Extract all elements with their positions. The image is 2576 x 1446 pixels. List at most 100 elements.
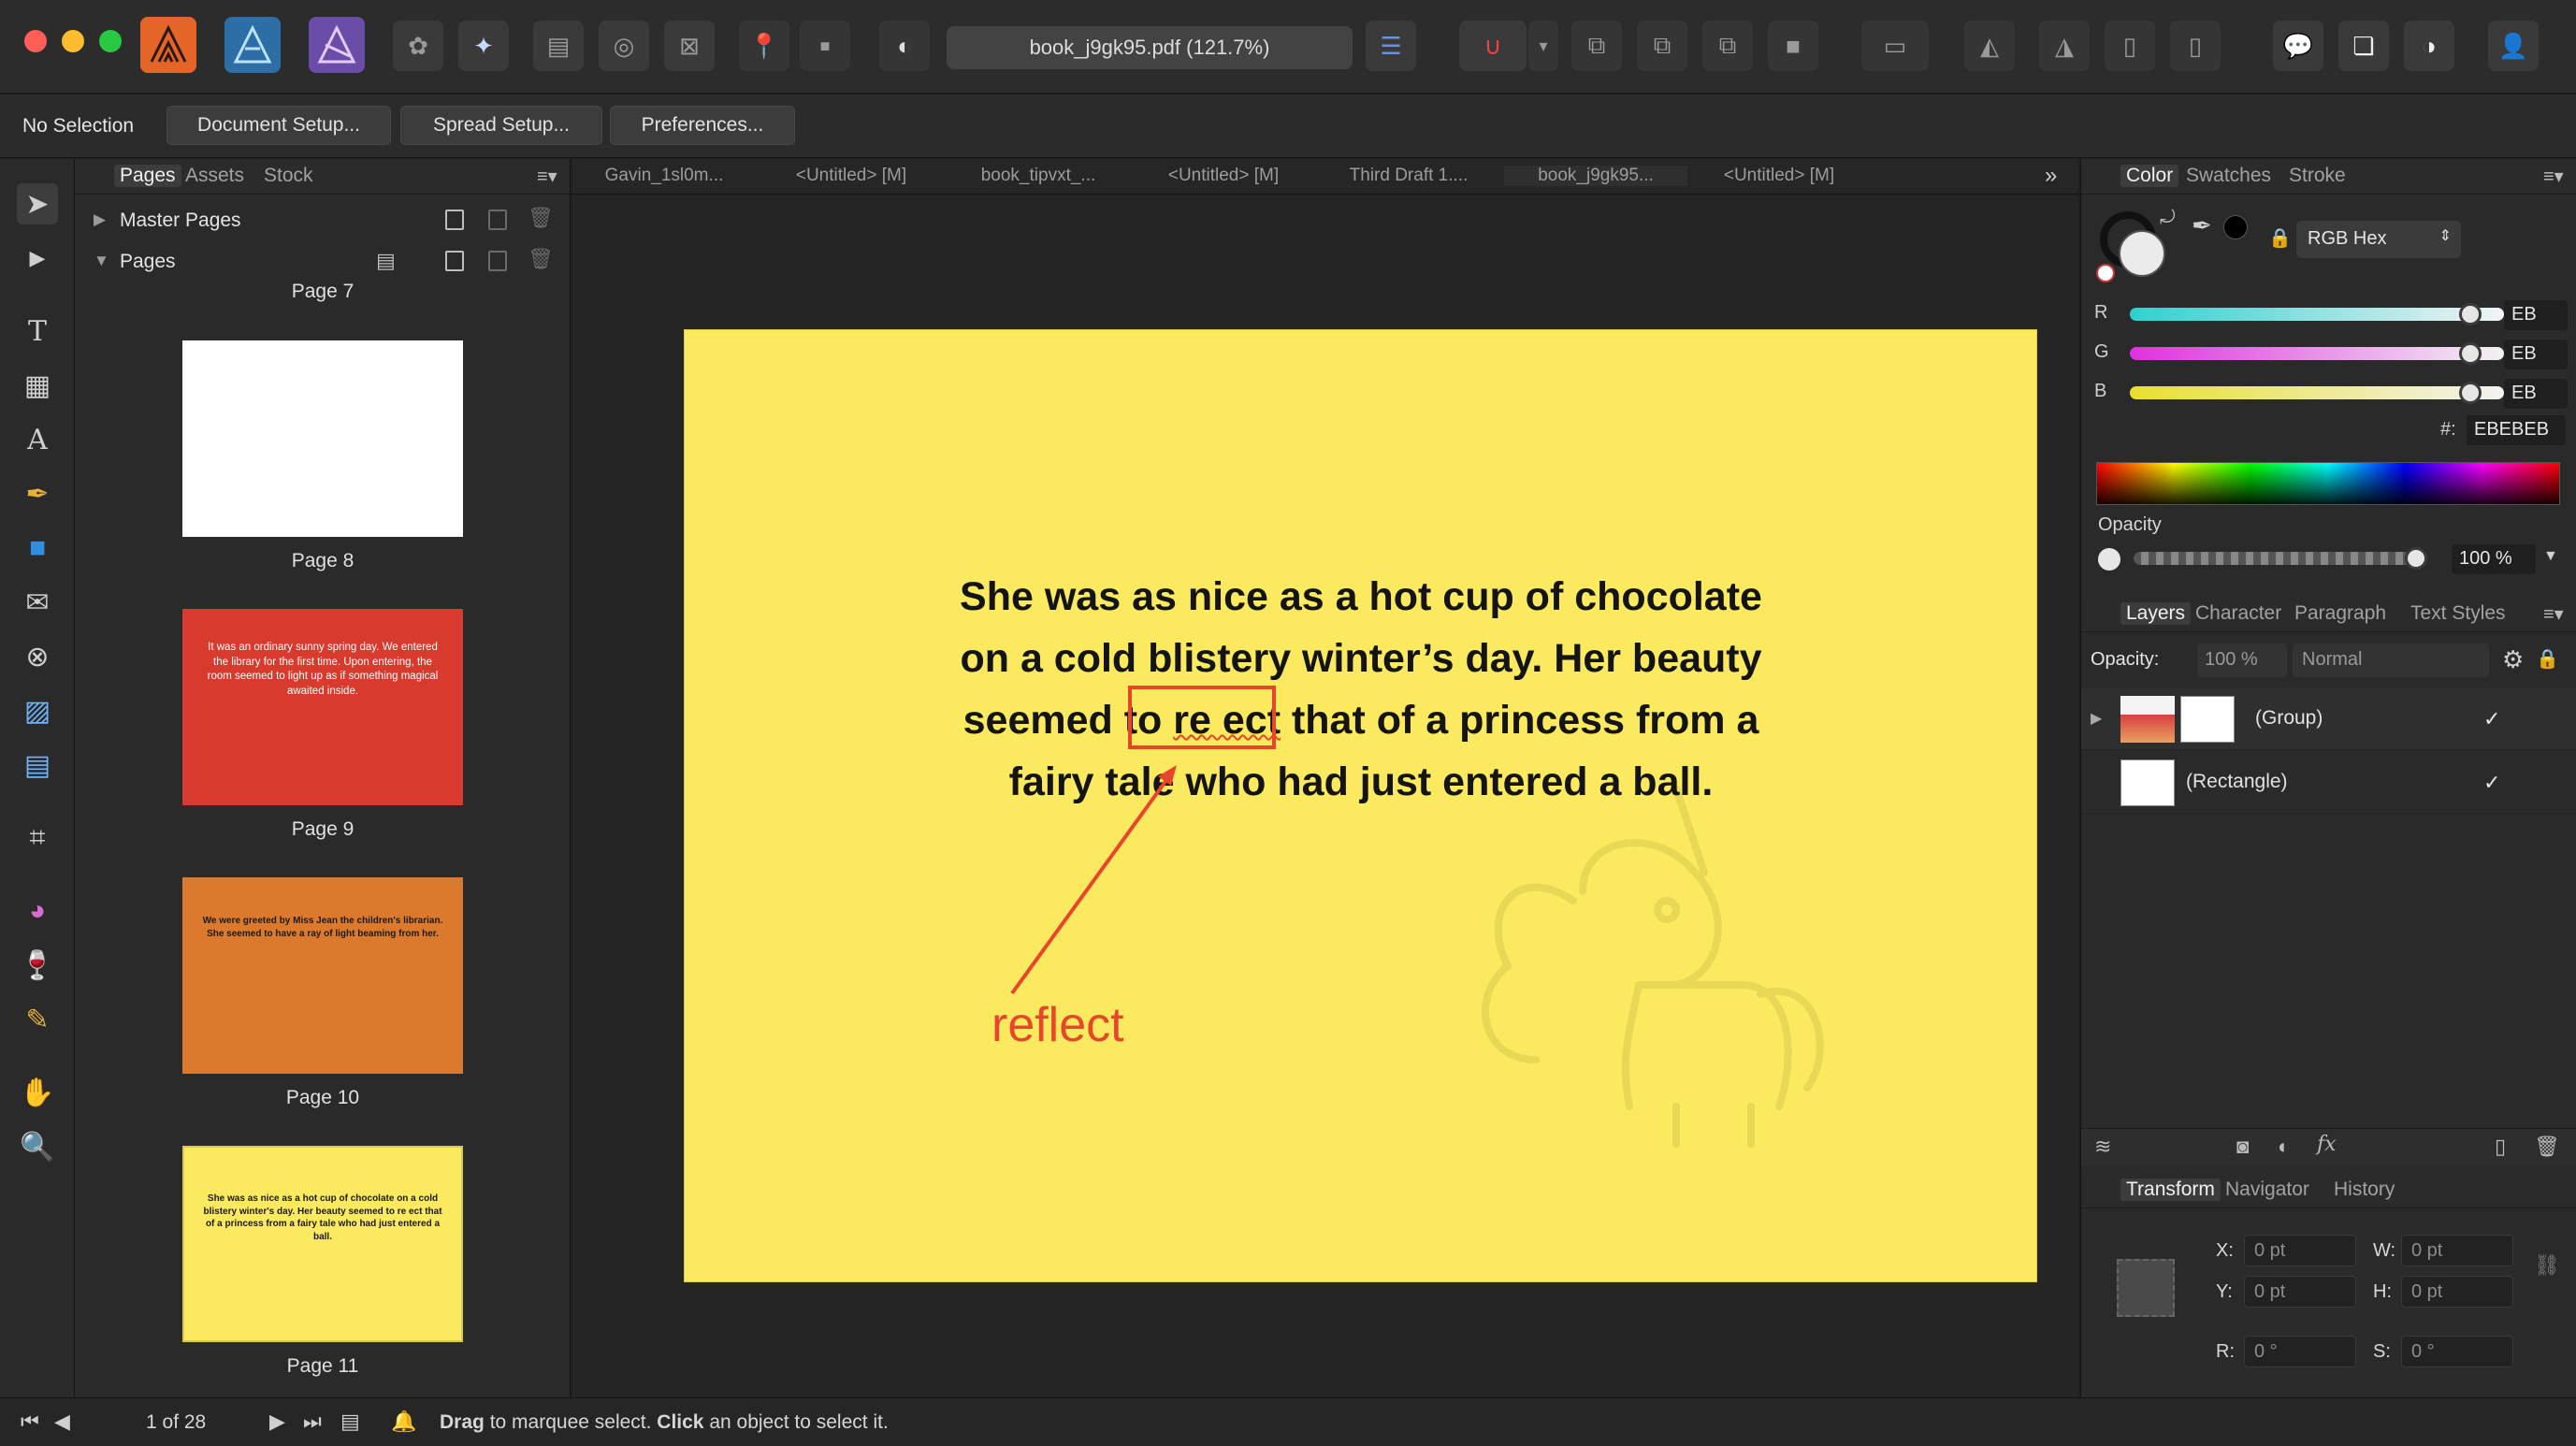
shear-field[interactable]: 0 ° xyxy=(2401,1336,2513,1367)
text-wrap-icon[interactable]: ▯ xyxy=(2170,21,2221,71)
red-slider[interactable] xyxy=(2130,303,2504,325)
blue-value[interactable]: EB xyxy=(2504,379,2568,409)
document-setup-button[interactable]: Document Setup... xyxy=(166,106,391,145)
crop-tool-icon[interactable]: ⌗ xyxy=(17,817,58,859)
opacity-slider-knob[interactable] xyxy=(2405,547,2427,570)
preflight-icon[interactable]: ◎ xyxy=(599,21,649,71)
text-frame-icon[interactable]: ▤ xyxy=(533,21,584,71)
red-slider-knob[interactable] xyxy=(2459,303,2482,325)
baseline-grid-icon[interactable]: ⊠ xyxy=(664,21,715,71)
more-tabs-icon[interactable]: » xyxy=(2045,163,2057,189)
notification-icon[interactable]: 🔔 xyxy=(391,1410,416,1434)
arrange-backward-icon[interactable]: ⧉ xyxy=(1637,21,1687,71)
tab-color[interactable]: Color xyxy=(2120,165,2179,187)
link-proportions-icon[interactable]: ⛓ xyxy=(2534,1253,2560,1278)
add-page-icon[interactable] xyxy=(488,251,507,271)
tab-pages[interactable]: Pages xyxy=(114,165,181,187)
align-icon[interactable]: ▭ xyxy=(1861,21,1929,71)
add-master-icon[interactable] xyxy=(488,210,507,230)
node-tool-icon[interactable]: ▶ xyxy=(17,238,58,279)
single-page-icon[interactable] xyxy=(445,251,464,271)
opacity-dropdown-icon[interactable]: ▼ xyxy=(2543,548,2558,565)
layer-expand-icon[interactable]: ▶ xyxy=(2091,709,2102,728)
page-11-thumbnail[interactable]: She was as nice as a hot cup of chocolat… xyxy=(182,1146,463,1342)
tab-character[interactable]: Character xyxy=(2195,602,2281,625)
layer-row-rectangle[interactable]: (Rectangle) ✓ xyxy=(2081,752,2576,814)
disclosure-down-icon[interactable]: ▼ xyxy=(94,252,109,270)
document-title[interactable]: book_j9gk95.pdf (121.7%) xyxy=(947,26,1353,69)
tab-paragraph[interactable]: Paragraph xyxy=(2294,602,2386,625)
assets-icon[interactable]: ✿ xyxy=(393,21,443,71)
text-frame-tool-icon[interactable]: T xyxy=(17,311,58,352)
swap-colors-icon[interactable]: ⤾ xyxy=(2160,208,2176,229)
blue-slider[interactable] xyxy=(2130,382,2504,404)
doc-tab[interactable]: Gavin_1sl0m... xyxy=(572,166,756,186)
red-value[interactable]: EB xyxy=(2504,300,2568,330)
pages-row[interactable]: ▼ Pages ▤ 🗑 xyxy=(75,241,570,281)
mask-layer-icon[interactable]: ◙ xyxy=(2236,1135,2249,1159)
w-field[interactable]: 0 pt xyxy=(2401,1235,2513,1266)
flip-horizontal-icon[interactable]: ◭ xyxy=(1964,21,2015,71)
arrange-front-icon[interactable]: ■ xyxy=(1768,21,1818,71)
rotation-field[interactable]: 0 ° xyxy=(2244,1336,2356,1367)
place-tool-icon[interactable]: ▤ xyxy=(17,745,58,786)
place-image-tool-icon[interactable]: ▨ xyxy=(17,690,58,731)
panel-menu-icon[interactable]: ≡▾ xyxy=(2543,602,2564,626)
doc-tab[interactable]: <Untitled> [M] xyxy=(760,166,943,186)
page-8-thumbnail[interactable] xyxy=(182,340,463,537)
rectangle-tool-icon[interactable]: ■ xyxy=(17,528,58,569)
green-value[interactable]: EB xyxy=(2504,340,2568,369)
ellipse-frame-tool-icon[interactable]: ⊗ xyxy=(17,636,58,677)
opacity-value[interactable]: 100 % xyxy=(2452,544,2536,574)
opacity-slider[interactable] xyxy=(2134,547,2427,570)
tab-assets[interactable]: Assets xyxy=(185,165,244,187)
y-field[interactable]: 0 pt xyxy=(2244,1276,2356,1308)
green-slider[interactable] xyxy=(2130,342,2504,365)
page-body-text[interactable]: She was as nice as a hot cup of chocolat… xyxy=(926,566,1796,813)
tab-history[interactable]: History xyxy=(2334,1178,2395,1201)
page-view-icon[interactable]: ▤ xyxy=(340,1410,360,1434)
document-page[interactable]: She was as nice as a hot cup of chocolat… xyxy=(684,329,2037,1282)
pin-icon[interactable]: 📍 xyxy=(739,21,789,71)
rotate-icon[interactable]: ◮ xyxy=(2039,21,2090,71)
no-color-icon[interactable] xyxy=(2096,264,2115,282)
move-tool-icon[interactable]: ➤ xyxy=(17,183,58,224)
view-mode-icon[interactable]: ☰ xyxy=(1366,21,1416,71)
snapping-magnet-icon[interactable]: ∪ xyxy=(1459,21,1527,71)
delete-layer-icon[interactable]: 🗑 xyxy=(2534,1135,2560,1159)
picked-color-swatch[interactable] xyxy=(2223,215,2248,239)
eyedropper-icon[interactable]: ✒ xyxy=(2192,211,2212,240)
delete-page-icon[interactable]: 🗑 xyxy=(528,247,554,271)
green-slider-knob[interactable] xyxy=(2459,342,2482,365)
panel-menu-icon[interactable]: ≡▾ xyxy=(2543,165,2564,188)
layer-row-group[interactable]: ▶ (Group) ✓ xyxy=(2081,688,2576,750)
comment-icon[interactable]: 💬 xyxy=(2273,21,2323,71)
page-10-thumbnail[interactable]: We were greeted by Miss Jean the childre… xyxy=(182,877,463,1074)
designer-persona-icon[interactable] xyxy=(224,17,281,73)
previous-page-icon[interactable]: ◀ xyxy=(54,1410,70,1434)
user-account-icon[interactable]: 👤 xyxy=(2488,21,2539,71)
doc-tab[interactable]: <Untitled> [M] xyxy=(1132,166,1315,186)
arrange-back-icon[interactable]: ⧉ xyxy=(1571,21,1622,71)
studio-link-icon[interactable]: ✦ xyxy=(458,21,509,71)
tab-layers[interactable]: Layers xyxy=(2120,602,2192,625)
master-page-icon[interactable] xyxy=(445,210,464,230)
master-pages-row[interactable]: ▶ Master Pages 🗑 xyxy=(75,200,570,239)
table-tool-icon[interactable]: ▦ xyxy=(17,365,58,406)
zoom-tool-icon[interactable]: 🔍 xyxy=(17,1126,58,1167)
layers-stack-icon[interactable]: ≋ xyxy=(2094,1135,2111,1159)
fill-color-well[interactable] xyxy=(2119,230,2165,277)
tab-stroke[interactable]: Stroke xyxy=(2289,165,2346,187)
layer-settings-gear-icon[interactable]: ⚙ xyxy=(2502,645,2524,674)
tab-stock[interactable]: Stock xyxy=(264,165,313,187)
arrange-forward-icon[interactable]: ⧉ xyxy=(1702,21,1753,71)
dot-icon[interactable]: ■ xyxy=(800,21,850,71)
disclosure-right-icon[interactable]: ▶ xyxy=(94,210,106,229)
last-page-icon[interactable]: ⏭ xyxy=(303,1410,322,1434)
layer-visible-checkbox[interactable]: ✓ xyxy=(2483,771,2500,795)
layer-lock-icon[interactable]: 🔒 xyxy=(2536,647,2559,671)
tab-swatches[interactable]: Swatches xyxy=(2186,165,2271,187)
transparency-tool-icon[interactable]: 🍷 xyxy=(17,945,58,986)
snapping-dropdown-icon[interactable]: ▾ xyxy=(1528,21,1558,71)
close-window-button[interactable] xyxy=(24,30,47,52)
